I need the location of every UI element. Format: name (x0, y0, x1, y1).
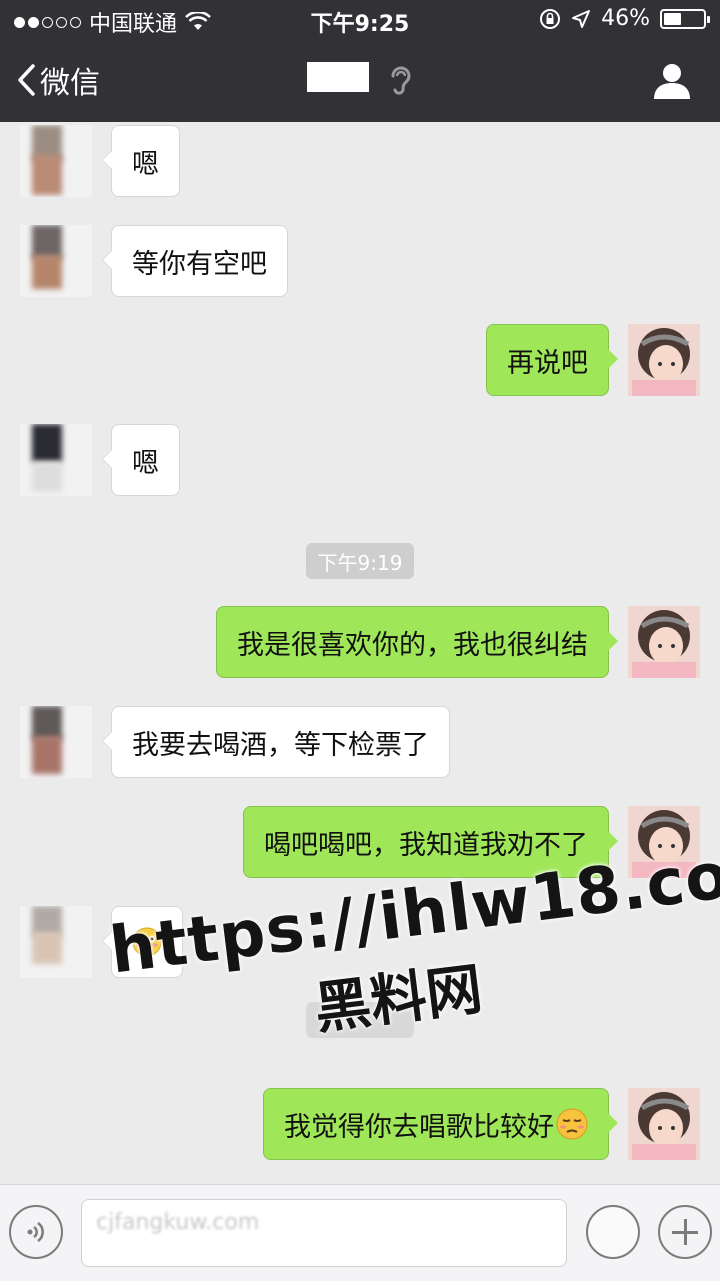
contact-avatar[interactable] (20, 125, 92, 197)
message-input[interactable]: cjfangkuw.com (81, 1199, 567, 1267)
ghost-watermark-text: cjfangkuw.com (96, 1210, 260, 1235)
contact-avatar[interactable] (20, 424, 92, 496)
contact-avatar[interactable] (20, 906, 92, 978)
back-button[interactable]: 微信 (16, 58, 100, 102)
status-bar: 中国联通 下午9:25 46% (0, 0, 720, 40)
message-text: 我觉得你去唱歌比较好 (284, 1111, 554, 1143)
message-text: 再说吧 (507, 347, 588, 379)
ear-icon (391, 66, 411, 95)
chevron-left-icon (18, 64, 35, 96)
self-avatar[interactable] (628, 1088, 700, 1160)
voice-icon (27, 1221, 44, 1243)
message-text: 嗯 (132, 148, 159, 180)
location-arrow-icon (572, 9, 591, 28)
contact-avatar[interactable] (20, 706, 92, 778)
rotation-lock-icon (540, 8, 561, 29)
battery-icon (660, 8, 710, 29)
message-bubble[interactable]: 等你有空吧 (102, 225, 288, 297)
message-text: 嗯 (132, 447, 159, 479)
message-bubble[interactable]: 我是很喜欢你的，我也很纠结 (216, 606, 618, 678)
message-bubble[interactable]: 嗯 (102, 125, 180, 197)
back-label: 微信 (40, 66, 100, 101)
profile-icon[interactable] (652, 62, 692, 100)
message-text: 喝吧喝吧，我知道我劝不了 (264, 829, 588, 861)
message-bubble[interactable]: 再说吧 (486, 324, 618, 396)
input-bar: cjfangkuw.com (0, 1184, 720, 1281)
message-text: 我是很喜欢你的，我也很纠结 (237, 629, 588, 661)
self-avatar[interactable] (628, 324, 700, 396)
message-bubble[interactable]: 嗯 (102, 424, 180, 496)
more-button[interactable] (658, 1205, 712, 1259)
voice-button[interactable] (9, 1205, 63, 1259)
self-avatar[interactable] (628, 606, 700, 678)
emoji-button[interactable] (586, 1205, 640, 1259)
unamused-face-icon (556, 1108, 588, 1140)
chat-title-redacted (307, 62, 369, 92)
contact-avatar[interactable] (20, 225, 92, 297)
battery-percent: 46% (601, 6, 650, 31)
message-bubble[interactable]: 我觉得你去唱歌比较好 (263, 1088, 618, 1160)
status-right: 46% (539, 6, 710, 31)
message-text: 我要去喝酒，等下检票了 (132, 729, 429, 761)
message-text: 等你有空吧 (132, 248, 267, 280)
nav-bar: 微信 (0, 40, 720, 122)
message-bubble[interactable]: 我要去喝酒，等下检票了 (102, 706, 450, 778)
time-divider: 下午9:19 (306, 543, 414, 579)
